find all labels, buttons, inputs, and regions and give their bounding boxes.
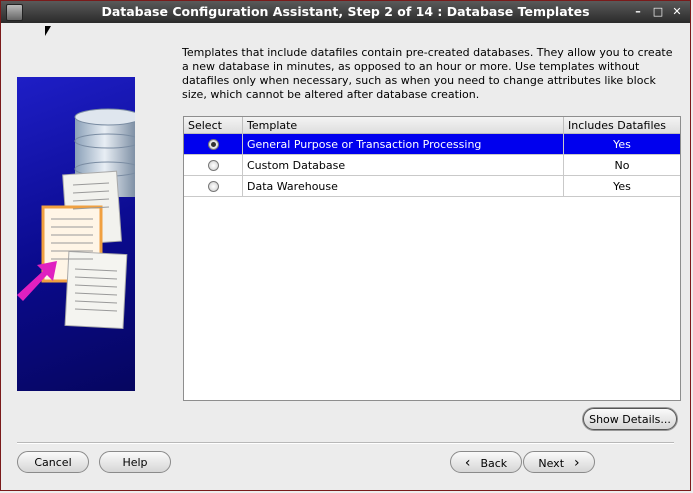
help-button[interactable]: Help (99, 451, 171, 473)
table-row[interactable]: General Purpose or Transaction Processin… (184, 133, 680, 155)
divider (17, 442, 674, 444)
database-templates-graphic (17, 108, 135, 329)
header-includes-datafiles[interactable]: Includes Datafiles (563, 117, 680, 134)
back-button-label: Back (480, 457, 508, 470)
close-icon[interactable]: ✕ (669, 4, 685, 20)
select-cell[interactable] (184, 133, 243, 155)
radio-button[interactable] (207, 181, 219, 192)
next-button-label: Next (538, 457, 565, 470)
minimize-icon[interactable]: – (630, 4, 646, 20)
maximize-icon[interactable]: □ (650, 4, 666, 20)
header-select[interactable]: Select (184, 117, 243, 134)
template-name: Custom Database (242, 154, 564, 176)
includes-datafiles-value: Yes (563, 133, 680, 155)
radio-button-selected[interactable] (207, 139, 219, 150)
show-details-button[interactable]: Show Details... (583, 408, 677, 430)
table-row[interactable]: Data Warehouse Yes (184, 175, 680, 197)
templates-table: Select Template Includes Datafiles Gener… (183, 116, 681, 401)
select-cell[interactable] (184, 154, 243, 176)
includes-datafiles-value: Yes (563, 175, 680, 197)
template-name: Data Warehouse (242, 175, 564, 197)
table-row[interactable]: Custom Database No (184, 154, 680, 176)
database-illustration (17, 77, 135, 391)
next-button[interactable]: Next › (523, 451, 595, 473)
templates-description: Templates that include datafiles contain… (182, 46, 673, 101)
template-name: General Purpose or Transaction Processin… (242, 133, 564, 155)
cancel-button[interactable]: Cancel (17, 451, 89, 473)
title-bar[interactable]: Database Configuration Assistant, Step 2… (1, 1, 690, 23)
includes-datafiles-value: No (563, 154, 680, 176)
back-button[interactable]: ‹ Back (450, 451, 522, 473)
chevron-left-icon: ‹ (464, 455, 471, 471)
header-template[interactable]: Template (242, 117, 564, 134)
dialog-content: Templates that include datafiles contain… (3, 23, 688, 488)
mouse-cursor-icon (45, 26, 51, 36)
radio-button[interactable] (207, 160, 219, 171)
window-title: Database Configuration Assistant, Step 2… (101, 4, 590, 19)
dbca-window: Database Configuration Assistant, Step 2… (0, 0, 691, 491)
chevron-right-icon: › (574, 455, 580, 471)
select-cell[interactable] (184, 175, 243, 197)
table-header-row: Select Template Includes Datafiles (184, 117, 680, 134)
